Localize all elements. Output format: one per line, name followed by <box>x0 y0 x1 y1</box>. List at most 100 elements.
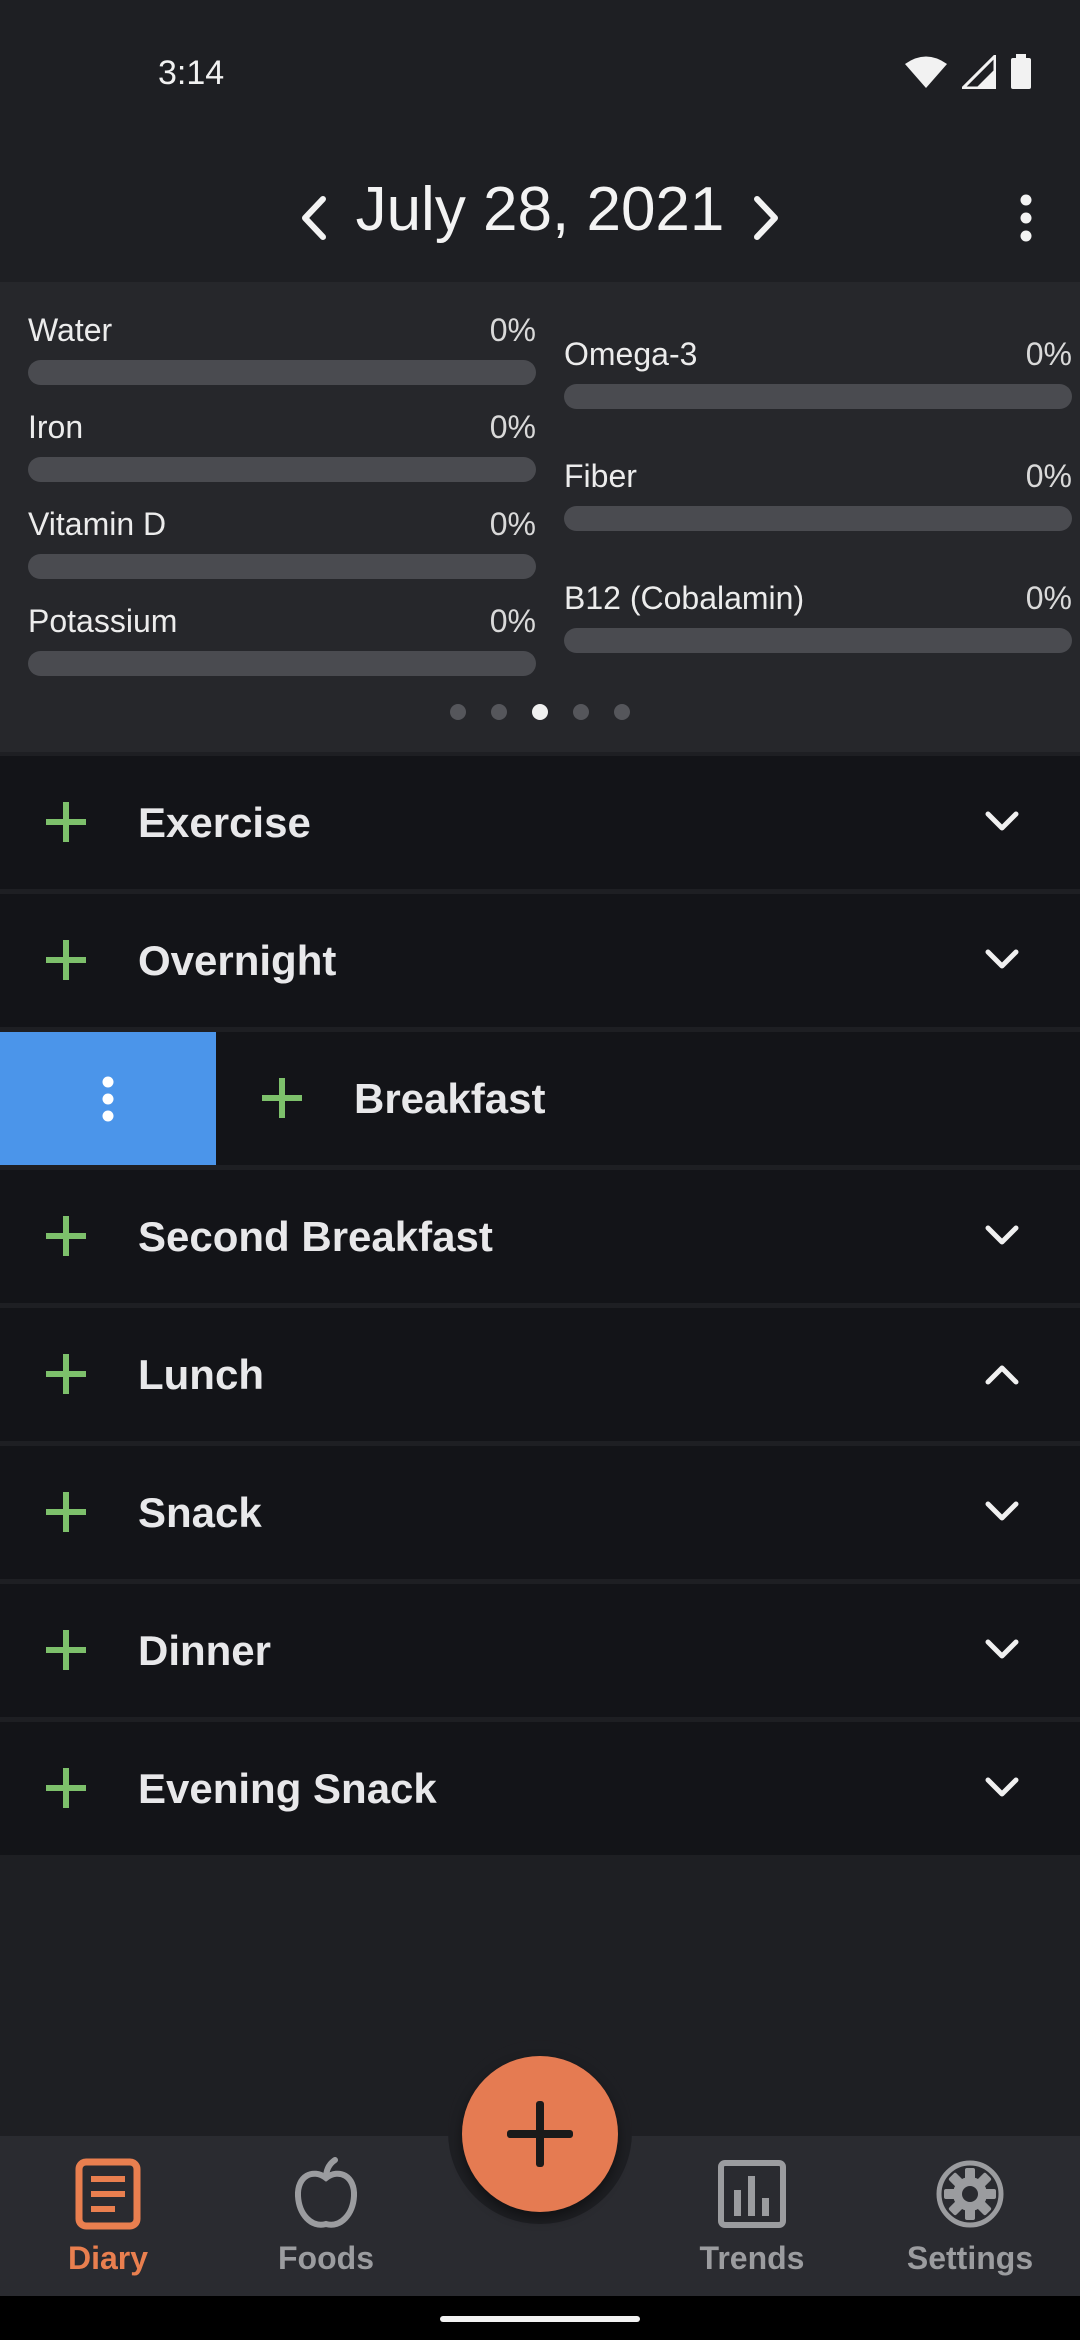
add-food-button[interactable] <box>44 1214 88 1258</box>
meal-row-lunch[interactable]: Lunch <box>0 1308 1080 1441</box>
expand-button[interactable] <box>982 1494 1022 1530</box>
add-food-icon <box>46 1216 86 1256</box>
nutrient-targets-panel[interactable]: Water 0% Iron 0% Vitamin D 0% Potassium 0% O… <box>0 282 1080 752</box>
nutrient-label: Iron <box>28 409 84 445</box>
add-food-icon <box>262 1078 302 1118</box>
battery-icon <box>1011 54 1031 89</box>
nutrient-vitamin-d: Vitamin D 0% <box>28 504 536 579</box>
meal-row-dinner[interactable]: Dinner <box>0 1584 1080 1717</box>
cellular-signal-icon <box>962 55 996 89</box>
plus-icon <box>507 2101 573 2167</box>
overflow-menu-button[interactable] <box>996 188 1056 248</box>
chevron-right-icon <box>754 196 778 240</box>
add-food-icon <box>46 940 86 980</box>
diary-icon <box>75 2158 141 2230</box>
nutrient-b12: B12 (Cobalamin) 0% <box>564 578 1072 653</box>
nutrient-percent: 0% <box>489 409 536 445</box>
meal-row-breakfast[interactable]: Breakfast <box>0 1032 1080 1165</box>
nutrient-progress-bar <box>564 384 1072 409</box>
meal-row-second-breakfast[interactable]: Second Breakfast <box>0 1170 1080 1303</box>
nav-settings[interactable]: Settings <box>870 2154 1070 2277</box>
chevron-down-icon <box>985 1639 1019 1659</box>
nutrient-label: Vitamin D <box>28 506 167 542</box>
meal-list: Exercise Overnight Breakfast Second Breakfa… <box>0 756 1080 1860</box>
page-dot[interactable] <box>573 704 589 720</box>
chevron-down-icon <box>985 811 1019 831</box>
meal-row-overnight[interactable]: Overnight <box>0 894 1080 1027</box>
nav-diary[interactable]: Diary <box>8 2154 208 2277</box>
add-food-button[interactable] <box>44 800 88 844</box>
status-bar: 3:14 <box>0 0 1080 150</box>
add-food-icon <box>46 1492 86 1532</box>
nutrient-percent: 0% <box>1025 458 1072 494</box>
wifi-icon <box>905 56 947 88</box>
page-dot[interactable] <box>614 704 630 720</box>
collapse-button[interactable] <box>982 1356 1022 1392</box>
next-day-button[interactable] <box>742 188 790 248</box>
status-time: 3:14 <box>158 54 225 92</box>
meal-options-button[interactable] <box>0 1032 216 1165</box>
home-gesture-bar[interactable] <box>440 2316 640 2322</box>
previous-day-button[interactable] <box>290 188 338 248</box>
add-food-button[interactable] <box>44 1352 88 1396</box>
nutrient-iron: Iron 0% <box>28 407 536 482</box>
meal-row-snack[interactable]: Snack <box>0 1446 1080 1579</box>
nutrient-percent: 0% <box>1025 580 1072 616</box>
add-food-icon <box>46 1630 86 1670</box>
nutrient-label: Omega-3 <box>564 336 698 372</box>
page-dot[interactable] <box>450 704 466 720</box>
nutrient-progress-bar <box>28 651 536 676</box>
meal-row-evening-snack[interactable]: Evening Snack <box>0 1722 1080 1855</box>
expand-button[interactable] <box>982 1218 1022 1254</box>
nutrient-progress-bar <box>28 360 536 385</box>
nav-foods[interactable]: Foods <box>226 2154 426 2277</box>
expand-button[interactable] <box>982 804 1022 840</box>
expand-button[interactable] <box>982 1632 1022 1668</box>
expand-button[interactable] <box>982 942 1022 978</box>
gear-icon <box>936 2160 1004 2228</box>
meal-title: Overnight <box>138 937 337 984</box>
nutrient-water: Water 0% <box>28 310 536 385</box>
add-food-button[interactable] <box>260 1076 304 1120</box>
meal-title: Snack <box>138 1489 262 1536</box>
add-food-button[interactable] <box>44 1766 88 1810</box>
nav-label: Diary <box>67 2240 149 2276</box>
apple-icon <box>295 2157 357 2228</box>
status-icons <box>904 54 1032 90</box>
add-entry-fab[interactable] <box>462 2056 618 2212</box>
meal-title: Breakfast <box>354 1075 546 1122</box>
meal-row-exercise[interactable]: Exercise <box>0 756 1080 889</box>
chevron-left-icon <box>302 196 326 240</box>
nutrient-progress-bar <box>28 457 536 482</box>
more-vert-icon <box>1020 194 1032 242</box>
nutrient-potassium: Potassium 0% <box>28 601 536 676</box>
nav-trends[interactable]: Trends <box>652 2154 852 2277</box>
nutrient-omega-3: Omega-3 0% <box>564 334 1072 409</box>
chevron-down-icon <box>985 1777 1019 1797</box>
nutrient-label: Water <box>28 312 113 348</box>
chevron-down-icon <box>985 1225 1019 1245</box>
meal-title: Second Breakfast <box>138 1213 493 1260</box>
page-dot[interactable] <box>491 704 507 720</box>
nutrient-label: Potassium <box>28 603 178 639</box>
meal-title: Lunch <box>138 1351 264 1398</box>
nutrient-percent: 0% <box>489 312 536 348</box>
add-food-icon <box>46 802 86 842</box>
chevron-down-icon <box>985 1501 1019 1521</box>
nutrient-percent: 0% <box>1025 336 1072 372</box>
page-indicator[interactable] <box>0 704 1080 720</box>
meal-title: Exercise <box>138 799 311 846</box>
add-food-button[interactable] <box>44 1490 88 1534</box>
meal-title: Evening Snack <box>138 1765 437 1812</box>
current-date[interactable]: July 28, 2021 <box>340 174 740 245</box>
gesture-area <box>0 2296 1080 2340</box>
add-food-button[interactable] <box>44 938 88 982</box>
add-food-icon <box>46 1768 86 1808</box>
nutrient-progress-bar <box>564 628 1072 653</box>
nutrient-fiber: Fiber 0% <box>564 456 1072 531</box>
add-food-button[interactable] <box>44 1628 88 1672</box>
meal-title: Dinner <box>138 1627 272 1674</box>
expand-button[interactable] <box>982 1770 1022 1806</box>
date-header: July 28, 2021 <box>0 150 1080 280</box>
page-dot[interactable] <box>532 704 548 720</box>
